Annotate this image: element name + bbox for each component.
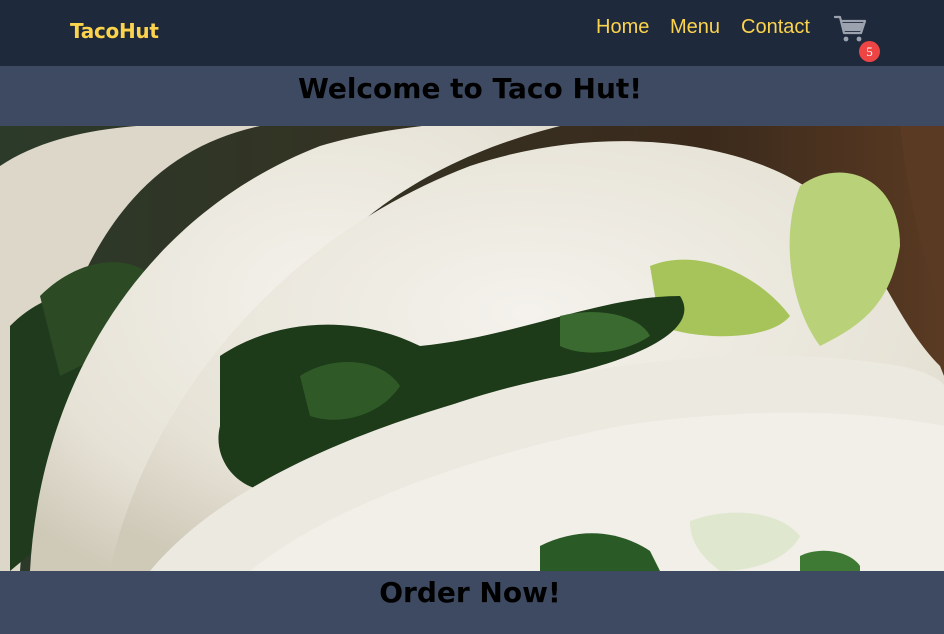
nav-link-contact[interactable]: Contact bbox=[741, 16, 810, 39]
tacos-photo bbox=[0, 126, 944, 571]
welcome-banner: Welcome to Taco Hut! bbox=[0, 66, 944, 126]
nav-link-home[interactable]: Home bbox=[596, 16, 649, 39]
navbar: TacoHut Home Menu Contact 5 bbox=[0, 0, 944, 66]
order-banner: Order Now! bbox=[0, 571, 944, 634]
cart-button[interactable]: 5 bbox=[834, 14, 882, 62]
welcome-title: Welcome to Taco Hut! bbox=[297, 72, 643, 105]
brand-logo[interactable]: TacoHut bbox=[70, 19, 159, 43]
hero-taco-image bbox=[0, 126, 944, 571]
nav-link-menu[interactable]: Menu bbox=[670, 16, 720, 39]
cart-count-badge: 5 bbox=[859, 41, 880, 62]
cart-icon bbox=[834, 15, 867, 42]
order-now-title[interactable]: Order Now! bbox=[0, 576, 942, 609]
